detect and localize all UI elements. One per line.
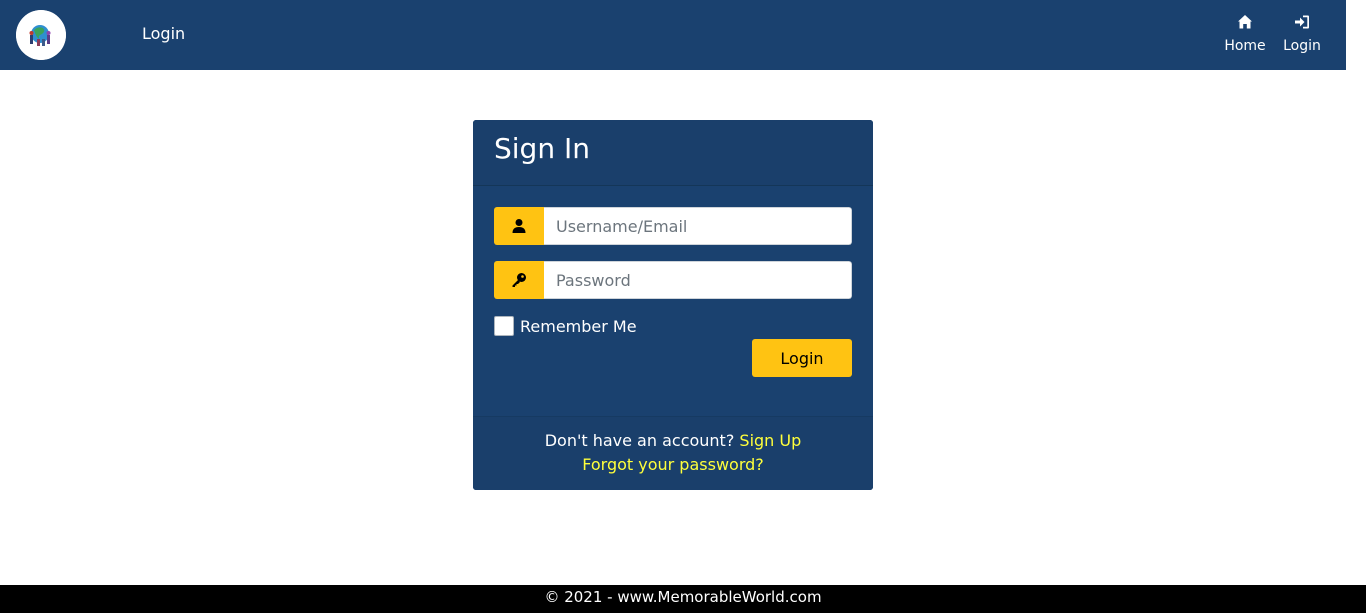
- key-icon: [494, 261, 544, 299]
- forgot-line: Forgot your password?: [473, 453, 873, 477]
- card-footer: Don't have an account? Sign Up Forgot yo…: [473, 416, 873, 490]
- username-input[interactable]: [544, 207, 852, 245]
- sign-in-title: Sign In: [494, 132, 590, 165]
- globe-logo-icon: [16, 10, 66, 60]
- nav-login-label: Login: [1283, 38, 1321, 54]
- username-group: [494, 207, 852, 245]
- site-logo[interactable]: [16, 10, 66, 60]
- nav-home-link[interactable]: Home: [1222, 14, 1268, 55]
- card-header: Sign In: [473, 120, 873, 186]
- remember-me-label: Remember Me: [520, 316, 637, 336]
- remember-me-row[interactable]: Remember Me: [494, 316, 637, 336]
- forgot-password-link[interactable]: Forgot your password?: [582, 455, 764, 474]
- nav-home-label: Home: [1224, 38, 1266, 54]
- site-footer: © 2021 - www.MemorableWorld.com: [0, 585, 1366, 613]
- user-icon: [494, 207, 544, 245]
- top-navbar: Login Home Login: [0, 0, 1346, 70]
- sign-in-icon: [1280, 14, 1324, 32]
- password-group: [494, 261, 852, 299]
- nav-login-link[interactable]: Login: [1280, 14, 1324, 55]
- page-right-gutter: [1346, 0, 1366, 585]
- signup-link[interactable]: Sign Up: [739, 431, 801, 450]
- remember-me-checkbox[interactable]: [494, 316, 514, 336]
- login-button[interactable]: Login: [752, 339, 852, 377]
- no-account-text: Don't have an account?: [544, 431, 735, 450]
- signup-line: Don't have an account? Sign Up: [473, 429, 873, 453]
- password-input[interactable]: [544, 261, 852, 299]
- home-icon: [1222, 14, 1268, 32]
- sign-in-card: Sign In Remember Me Login Don't have an …: [473, 120, 873, 490]
- navbar-brand-link[interactable]: Login: [142, 24, 185, 44]
- copyright-text: © 2021 - www.MemorableWorld.com: [544, 588, 822, 606]
